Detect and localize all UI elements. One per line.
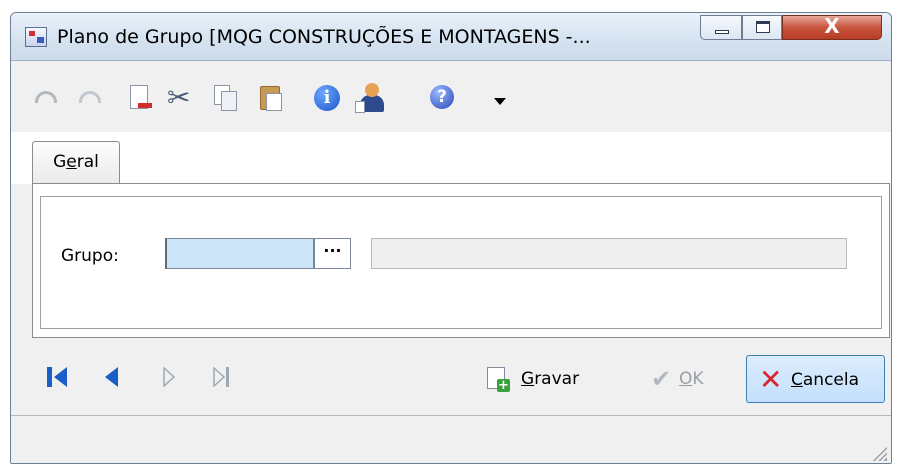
next-record-icon[interactable] xyxy=(159,365,183,389)
undo-icon[interactable] xyxy=(31,83,61,113)
window-title: Plano de Grupo [MQG CONSTRUÇÕES E MONTAG… xyxy=(57,26,591,48)
first-record-icon[interactable] xyxy=(47,365,71,389)
minimize-icon xyxy=(715,30,729,34)
tab-strip: Geral xyxy=(11,132,891,184)
form-groupbox: Grupo: ··· xyxy=(40,196,882,329)
last-record-icon[interactable] xyxy=(211,365,235,389)
cancela-button[interactable]: ✕ Cancela xyxy=(746,355,885,403)
cancel-x-icon: ✕ xyxy=(759,363,783,396)
checkmark-icon: ✔ xyxy=(651,365,672,393)
grupo-lookup-button[interactable]: ··· xyxy=(314,238,351,269)
user-icon[interactable] xyxy=(355,83,385,113)
grupo-label: Grupo: xyxy=(61,246,119,266)
copy-icon[interactable] xyxy=(211,83,241,113)
status-bar xyxy=(11,415,891,463)
resize-grip-icon[interactable] xyxy=(871,445,887,461)
redo-icon[interactable] xyxy=(75,83,105,113)
dialog-window: Plano de Grupo [MQG CONSTRUÇÕES E MONTAG… xyxy=(10,12,892,464)
maximize-button[interactable] xyxy=(742,15,782,40)
navigation-bar: + Gravar ✔ OK ✕ Cancela xyxy=(11,339,891,413)
help-icon[interactable]: ? xyxy=(428,83,458,113)
gravar-button[interactable]: + Gravar xyxy=(485,355,595,403)
close-icon: X xyxy=(824,14,840,38)
save-icon: + xyxy=(485,367,511,393)
cut-icon[interactable]: ✂ xyxy=(167,81,197,114)
delete-page-icon[interactable] xyxy=(124,83,154,113)
previous-record-icon[interactable] xyxy=(101,365,125,389)
toolbar: ✂ i ? xyxy=(11,62,891,132)
minimize-button[interactable] xyxy=(700,15,742,40)
grupo-description-field xyxy=(371,238,847,269)
grupo-input[interactable] xyxy=(165,238,314,269)
dropdown-arrow-icon[interactable] xyxy=(494,98,506,105)
close-button[interactable]: X xyxy=(782,14,882,40)
ok-button[interactable]: ✔ OK xyxy=(637,355,717,403)
title-bar[interactable]: Plano de Grupo [MQG CONSTRUÇÕES E MONTAG… xyxy=(11,13,891,61)
maximize-icon xyxy=(756,21,770,33)
tab-content-panel: Grupo: ··· xyxy=(32,183,890,338)
tab-geral[interactable]: Geral xyxy=(32,141,120,184)
paste-icon[interactable] xyxy=(256,83,286,113)
info-icon[interactable]: i xyxy=(312,83,342,113)
app-icon[interactable] xyxy=(25,27,47,47)
